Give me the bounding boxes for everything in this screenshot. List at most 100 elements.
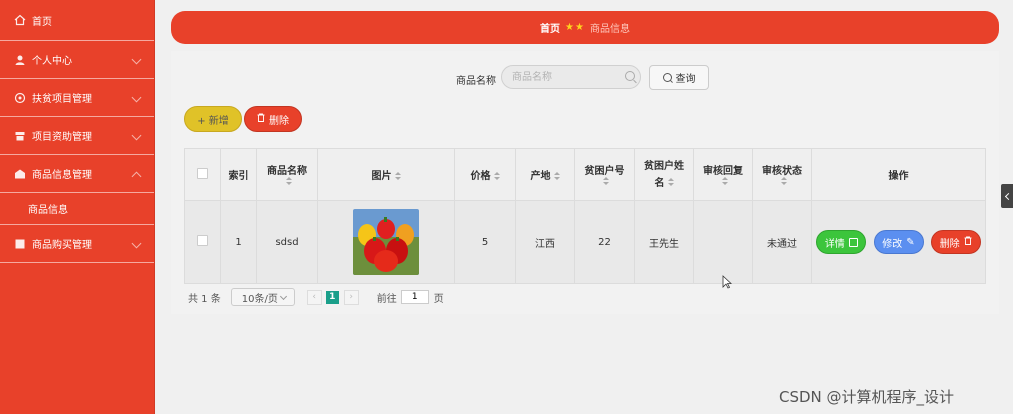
sort-icon[interactable] xyxy=(780,177,787,186)
search-row: 商品名称 查询 xyxy=(171,65,999,91)
cell-household-name: 王先生 xyxy=(634,200,694,284)
sidebar-item-projects[interactable]: 扶贫项目管理 xyxy=(0,79,154,117)
add-button[interactable]: + 新增 xyxy=(184,106,242,132)
detail-button[interactable]: 详情 xyxy=(816,230,867,254)
sidebar-item-label: 首页 xyxy=(32,16,52,28)
search-icon xyxy=(625,71,635,81)
home-icon xyxy=(14,14,26,26)
sidebar-item-goods[interactable]: 商品信息管理 xyxy=(0,155,154,193)
col-origin[interactable]: 产地 xyxy=(515,148,575,201)
col-household-no[interactable]: 贫困户号 xyxy=(574,148,635,201)
search-button-label: 查询 xyxy=(675,74,696,85)
next-page-button[interactable]: › xyxy=(343,289,359,305)
watermark: CSDN @计算机程序_设计 xyxy=(779,388,955,406)
cell-household-no: 22 xyxy=(574,200,635,284)
document-icon xyxy=(848,237,858,247)
search-label: 商品名称 xyxy=(456,76,496,87)
user-icon xyxy=(14,54,26,66)
chevron-down-icon xyxy=(131,92,142,103)
sidebar-item-label: 个人中心 xyxy=(32,56,72,67)
cell-review-reply xyxy=(693,200,753,284)
pencil-icon: ✎ xyxy=(906,236,915,248)
side-panel-toggle[interactable] xyxy=(1001,184,1013,208)
sidebar-item-funding[interactable]: 项目资助管理 xyxy=(0,117,154,155)
cart-icon xyxy=(14,238,26,250)
sidebar-item-profile[interactable]: 个人中心 xyxy=(0,41,154,79)
col-index: 索引 xyxy=(220,148,257,201)
batch-delete-button[interactable]: 删除 xyxy=(244,106,302,132)
table-header-row: 索引 商品名称 图片 价格 产地 贫困户号 贫困户姓名 审核回复 审核状态 操作 xyxy=(184,148,986,201)
cell-name: sdsd xyxy=(256,200,318,284)
add-button-label: + 新增 xyxy=(197,115,229,127)
sort-icon[interactable] xyxy=(394,171,401,181)
product-image xyxy=(353,209,419,275)
row-checkbox[interactable] xyxy=(197,235,208,246)
sort-icon[interactable] xyxy=(553,171,560,181)
cell-index: 1 xyxy=(220,200,257,284)
goto-label: 前往 xyxy=(376,293,397,305)
sidebar-item-label: 商品信息管理 xyxy=(32,170,92,181)
chevron-down-icon xyxy=(131,238,142,249)
sidebar-item-purchases[interactable]: 商品购买管理 xyxy=(0,225,154,263)
sidebar-subitem-goods-info[interactable]: 商品信息 xyxy=(0,193,154,225)
page-number-current[interactable]: 1 xyxy=(325,290,339,304)
main-area: 首页 ★★ 商品信息 商品名称 查询 + 新增 删除 xyxy=(155,0,1013,414)
trash-icon xyxy=(964,236,972,248)
sort-icon[interactable] xyxy=(667,178,674,187)
cell-price: 5 xyxy=(454,200,516,284)
cell-image xyxy=(317,200,455,284)
sidebar-subitem-label: 商品信息 xyxy=(28,205,68,216)
mouse-cursor-icon xyxy=(722,275,733,292)
edit-button[interactable]: 修改 ✎ xyxy=(873,230,924,254)
chevron-down-icon xyxy=(131,130,142,141)
col-name[interactable]: 商品名称 xyxy=(256,148,318,201)
project-icon xyxy=(14,92,26,104)
batch-delete-label: 删除 xyxy=(269,115,289,127)
sort-icon[interactable] xyxy=(603,177,609,186)
sidebar-item-label: 商品购买管理 xyxy=(32,240,92,251)
select-all-cell[interactable] xyxy=(184,148,221,201)
goods-icon xyxy=(14,168,26,180)
sidebar: 首页 个人中心 扶贫项目管理 项目资助管理 商品信息管理 商品信息 商品购买管理 xyxy=(0,0,155,414)
chevron-left-icon: ‹ xyxy=(312,292,317,302)
sidebar-item-label: 扶贫项目管理 xyxy=(32,94,92,105)
goto-suffix: 页 xyxy=(433,293,444,305)
sort-icon[interactable] xyxy=(721,177,728,186)
cell-origin: 江西 xyxy=(515,200,575,284)
col-review-reply[interactable]: 审核回复 xyxy=(693,148,753,201)
sidebar-item-home[interactable]: 首页 xyxy=(0,0,154,41)
search-button[interactable]: 查询 xyxy=(649,65,709,90)
sort-icon[interactable] xyxy=(493,171,500,181)
trash-icon xyxy=(257,113,265,125)
select-all-checkbox[interactable] xyxy=(197,167,208,179)
table-row: 1 sdsd 5 江西 22 王先生 未通过 详情 修改 ✎ 删除 xyxy=(184,200,986,284)
col-operations: 操作 xyxy=(811,148,986,201)
page-size-select[interactable]: 10条/页 xyxy=(230,288,295,306)
sidebar-item-label: 项目资助管理 xyxy=(32,132,92,143)
cell-review-status: 未通过 xyxy=(752,200,812,284)
pagination-total: 共 1 条 xyxy=(188,293,221,305)
breadcrumb: 首页 ★★ 商品信息 xyxy=(171,11,999,44)
chevron-down-icon xyxy=(131,54,142,65)
col-price[interactable]: 价格 xyxy=(454,148,516,201)
col-review-status[interactable]: 审核状态 xyxy=(752,148,812,201)
row-select-cell[interactable] xyxy=(184,200,221,284)
sort-icon[interactable] xyxy=(285,177,292,186)
content-panel: 商品名称 查询 + 新增 删除 索引 xyxy=(171,51,999,314)
star-icon: ★★ xyxy=(565,22,585,33)
search-icon xyxy=(662,73,672,82)
prev-page-button[interactable]: ‹ xyxy=(306,289,322,305)
breadcrumb-current: 商品信息 xyxy=(589,24,630,35)
funding-icon xyxy=(14,130,26,142)
goto-page-input[interactable] xyxy=(400,290,429,304)
col-image[interactable]: 图片 xyxy=(317,148,455,201)
pagination: 共 1 条 10条/页 ‹ 1 › 前往 页 xyxy=(188,287,444,307)
delete-button[interactable]: 删除 xyxy=(930,230,981,254)
cell-operations: 详情 修改 ✎ 删除 xyxy=(811,200,986,284)
search-input[interactable] xyxy=(501,65,641,89)
col-household-name[interactable]: 贫困户姓名 xyxy=(634,148,694,201)
chevron-up-icon xyxy=(131,171,142,182)
goods-table: 索引 商品名称 图片 价格 产地 贫困户号 贫困户姓名 审核回复 审核状态 操作… xyxy=(184,148,986,284)
breadcrumb-home[interactable]: 首页 xyxy=(540,20,560,35)
chevron-right-icon: › xyxy=(349,292,354,302)
